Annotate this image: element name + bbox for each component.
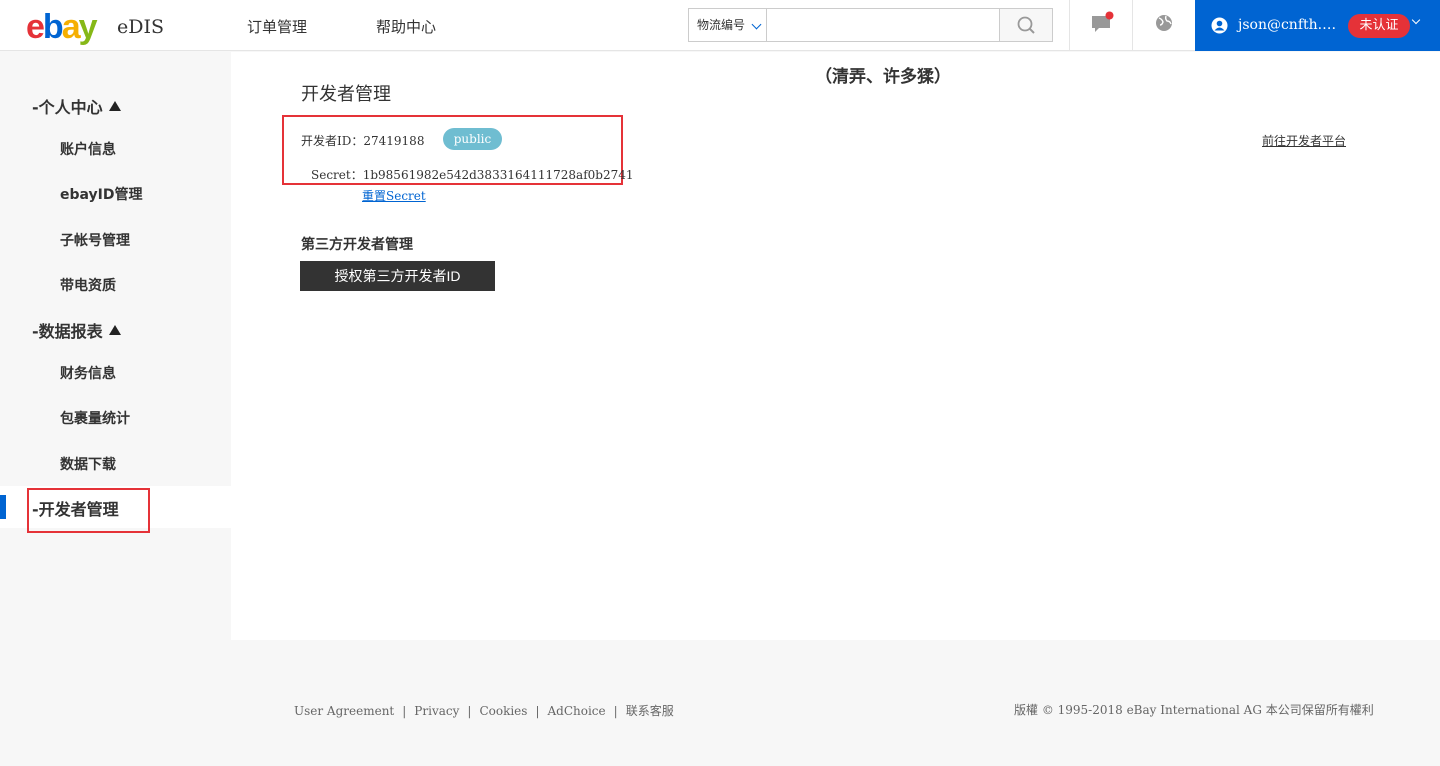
footer-links: User Agreement | Privacy | Cookies | AdChoice |…: [294, 704, 674, 718]
nav-order-management[interactable]: 订单管理: [247, 16, 307, 37]
footer-link-contact-support[interactable]: 联系客服: [626, 704, 674, 718]
secret-value: 1b98561982e542d3833164111728af0b2741: [362, 168, 634, 182]
search-type-value: 物流编号: [697, 18, 746, 32]
sidebar-group-personal[interactable]: -个人中心: [32, 94, 121, 118]
main-content: 开发者管理 （清弄、许多猱） 开发者ID：27419188 public Sec…: [231, 52, 1440, 640]
chevron-down-icon: [1411, 15, 1421, 25]
search-box: 物流编号: [688, 8, 1053, 42]
third-party-section-title: 第三方开发者管理: [301, 237, 413, 253]
search-input[interactable]: [767, 9, 999, 41]
footer-link-privacy[interactable]: Privacy: [414, 704, 459, 718]
authorize-third-party-button[interactable]: 授权第三方开发者ID: [300, 261, 495, 291]
sidebar-item-battery-qualification[interactable]: 带电资质: [60, 275, 116, 295]
message-icon: [1092, 11, 1114, 32]
developer-id-value: 27419188: [363, 134, 425, 148]
chevron-down-icon: [751, 19, 762, 30]
language-button[interactable]: [1132, 0, 1195, 51]
sidebar-item-sub-accounts[interactable]: 子帐号管理: [60, 230, 130, 250]
product-name: eDIS: [117, 16, 164, 38]
sidebar-active-indicator: [0, 495, 6, 519]
nav-help-center[interactable]: 帮助中心: [376, 16, 436, 37]
search-icon: [1017, 16, 1035, 34]
developer-id-label: 开发者ID：: [301, 134, 364, 148]
secret-row: Secret：1b98561982e542d3833164111728af0b2…: [311, 166, 634, 183]
page-title: 开发者管理: [301, 84, 391, 105]
collapse-triangle-icon: [108, 101, 121, 111]
sidebar: -个人中心 账户信息 ebayID管理 子帐号管理 带电资质 -数据报表 财务信…: [0, 52, 231, 640]
sidebar-group-reports[interactable]: -数据报表: [32, 318, 121, 342]
annotation-text: （清弄、许多猱）: [815, 67, 951, 87]
top-header: ebay eDIS 订单管理 帮助中心 物流编号 json@cnfth.… 未认…: [0, 0, 1440, 51]
footer-link-user-agreement[interactable]: User Agreement: [294, 704, 394, 718]
developer-id-row: 开发者ID：27419188: [301, 132, 424, 149]
user-icon: [1211, 17, 1228, 34]
messages-button[interactable]: [1069, 0, 1132, 51]
copyright: 版權 © 1995-2018 eBay International AG 本公司…: [1014, 703, 1374, 717]
sidebar-item-ebayid[interactable]: ebayID管理: [60, 184, 143, 204]
globe-icon: [1156, 15, 1172, 31]
sidebar-item-finance[interactable]: 财务信息: [60, 363, 116, 383]
scope-badge: public: [443, 128, 502, 150]
collapse-triangle-icon: [108, 325, 121, 335]
footer: User Agreement | Privacy | Cookies | AdChoice |…: [0, 640, 1440, 766]
secret-label: Secret：: [311, 168, 363, 182]
sidebar-item-parcel-stats[interactable]: 包裹量统计: [60, 408, 130, 428]
search-button[interactable]: [999, 9, 1052, 41]
cert-status-badge[interactable]: 未认证: [1348, 14, 1410, 38]
sidebar-item-data-download[interactable]: 数据下载: [60, 454, 116, 474]
footer-link-adchoice[interactable]: AdChoice: [547, 704, 605, 718]
ebay-logo[interactable]: ebay: [26, 10, 98, 44]
sidebar-item-account-info[interactable]: 账户信息: [60, 139, 116, 159]
goto-developer-platform-link[interactable]: 前往开发者平台: [1262, 132, 1346, 149]
user-menu[interactable]: json@cnfth.… 未认证: [1195, 0, 1440, 51]
footer-link-cookies[interactable]: Cookies: [479, 704, 527, 718]
user-email: json@cnfth.…: [1238, 17, 1337, 33]
reset-secret-link[interactable]: 重置Secret: [362, 187, 426, 204]
highlight-box: [27, 488, 150, 533]
search-type-select[interactable]: 物流编号: [689, 9, 767, 41]
